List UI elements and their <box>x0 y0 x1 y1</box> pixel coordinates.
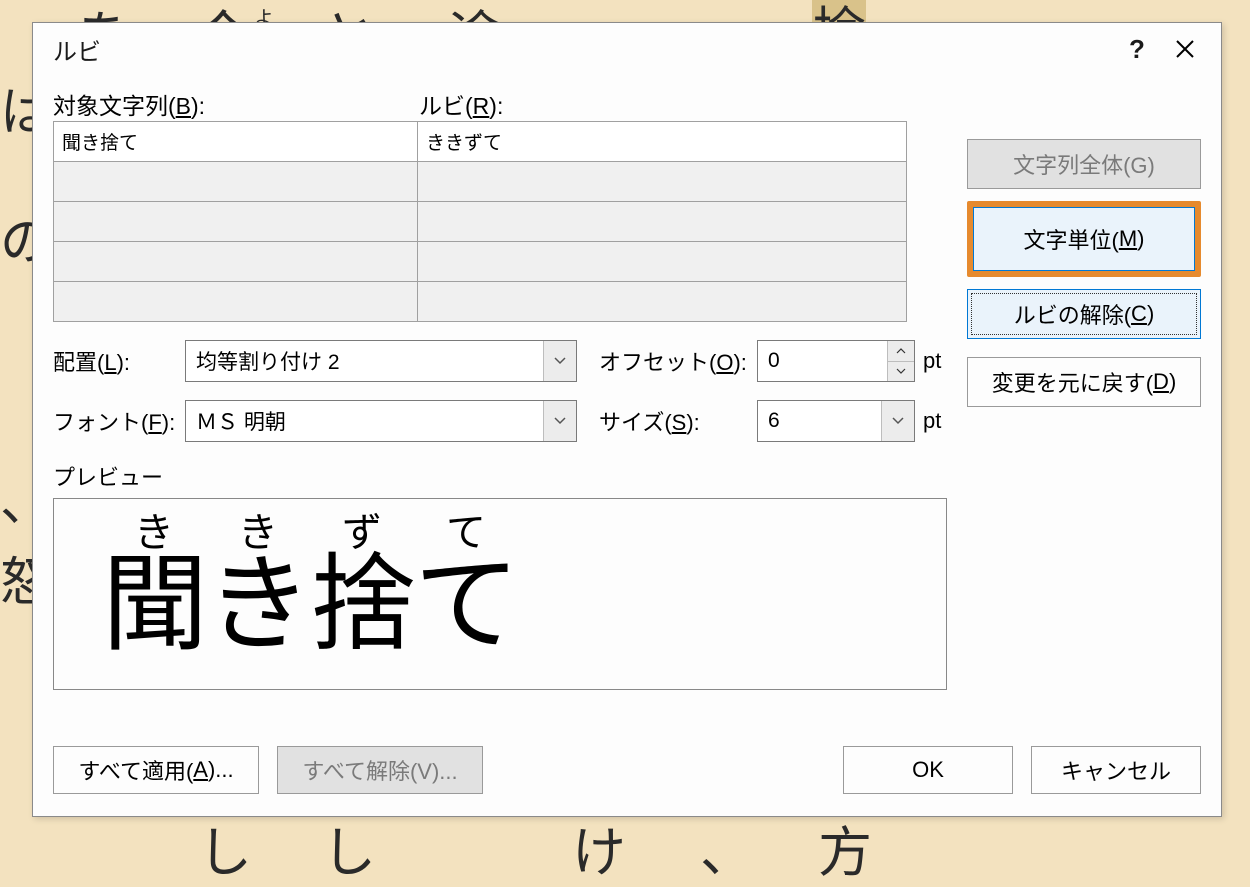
chevron-down-icon <box>881 401 914 441</box>
preview-base-text: 聞き捨て <box>102 553 518 659</box>
font-label: フォント(F): <box>53 405 185 437</box>
ruby-input-2 <box>418 202 906 241</box>
ruby-input-4 <box>418 282 906 321</box>
ruby-dialog: ルビ ? 対象文字列(B): ルビ(R): <box>32 22 1222 817</box>
dialog-title: ルビ <box>53 32 1113 67</box>
size-unit: pt <box>923 408 941 434</box>
font-select[interactable]: ＭＳ 明朝 <box>185 400 577 442</box>
table-row <box>54 281 906 321</box>
spinner-down-icon[interactable] <box>888 361 914 382</box>
per-char-highlight: 文字単位(M) <box>967 201 1201 277</box>
ruby-input-3 <box>418 242 906 281</box>
clear-ruby-button[interactable]: ルビの解除(C) <box>967 289 1201 339</box>
target-input-2 <box>54 202 417 241</box>
ruby-table <box>53 121 907 322</box>
close-button[interactable] <box>1161 29 1209 69</box>
target-input-0[interactable] <box>54 122 417 161</box>
offset-label: オフセット(O): <box>599 345 757 377</box>
target-input-4 <box>54 282 417 321</box>
table-header-labels: 対象文字列(B): ルビ(R): <box>53 85 1201 121</box>
preview-label: プレビュー <box>53 460 1201 492</box>
table-row <box>54 201 906 241</box>
target-input-3 <box>54 242 417 281</box>
titlebar: ルビ ? <box>33 23 1221 75</box>
align-select[interactable]: 均等割り付け 2 <box>185 340 577 382</box>
whole-string-button[interactable]: 文字列全体(G) <box>967 139 1201 189</box>
table-row <box>54 241 906 281</box>
ruby-input-0[interactable] <box>418 122 906 161</box>
chevron-down-icon <box>543 341 576 381</box>
help-button[interactable]: ? <box>1113 29 1161 69</box>
target-input-1 <box>54 162 417 201</box>
size-label: サイズ(S): <box>599 405 757 437</box>
close-icon <box>1175 39 1195 59</box>
cancel-button[interactable]: キャンセル <box>1031 746 1201 794</box>
ok-button[interactable]: OK <box>843 746 1013 794</box>
revert-button[interactable]: 変更を元に戻す(D) <box>967 357 1201 407</box>
align-label: 配置(L): <box>53 345 185 377</box>
dialog-footer: すべて適用(A)... すべて解除(V)... OK キャンセル <box>53 746 1201 798</box>
apply-all-button[interactable]: すべて適用(A)... <box>53 746 259 794</box>
size-select[interactable]: 6 <box>757 400 915 442</box>
table-row <box>54 161 906 201</box>
offset-unit: pt <box>923 348 941 374</box>
chevron-down-icon <box>543 401 576 441</box>
side-button-column: 文字列全体(G) 文字単位(M) ルビの解除(C) 変更を元に戻す(D) <box>967 139 1201 407</box>
ruby-input-1 <box>418 162 906 201</box>
spinner-up-icon[interactable] <box>888 341 914 361</box>
preview-box: き き ず て 聞き捨て <box>53 498 947 690</box>
remove-all-button[interactable]: すべて解除(V)... <box>277 746 483 794</box>
per-char-button[interactable]: 文字単位(M) <box>973 207 1195 271</box>
offset-spinner[interactable]: 0 <box>757 340 915 382</box>
table-row <box>54 122 906 161</box>
